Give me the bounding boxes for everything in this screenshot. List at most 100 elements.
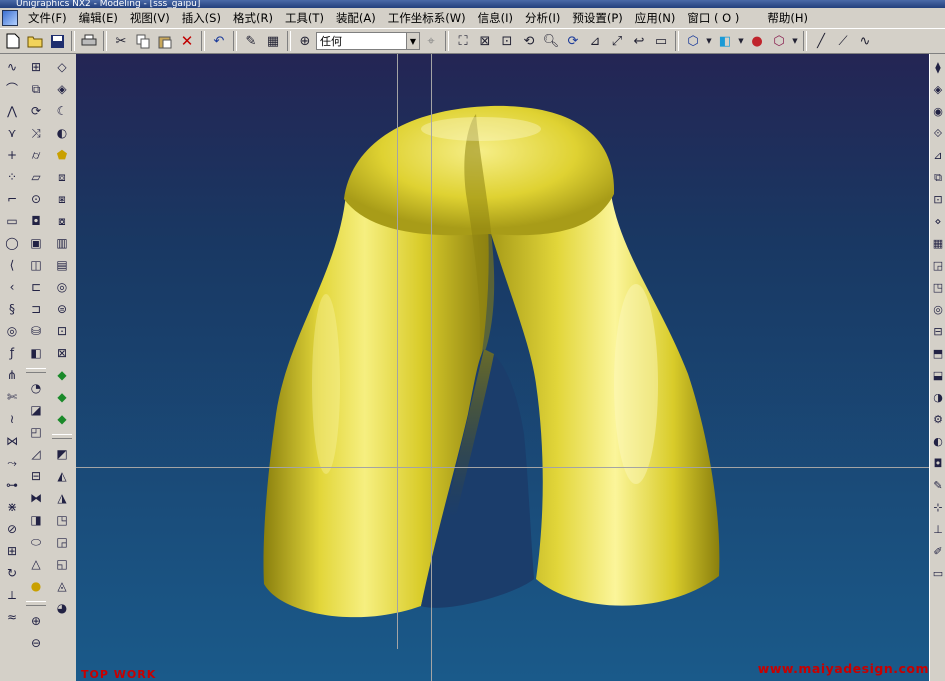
- styled-corner-icon[interactable]: ◳: [53, 511, 71, 529]
- menu-edit[interactable]: 编辑(E): [73, 10, 124, 26]
- groove-icon[interactable]: ⊐: [27, 300, 45, 318]
- fillet-curve-icon[interactable]: ⌐: [3, 190, 21, 208]
- edit-icon[interactable]: ✐: [931, 544, 945, 560]
- n-sided-icon[interactable]: ⬟: [53, 146, 71, 164]
- mirror-icon[interactable]: ⧓: [27, 489, 45, 507]
- display-icon[interactable]: ▭: [651, 31, 671, 51]
- chevron-down-icon[interactable]: ▼: [705, 31, 713, 51]
- green-rotate-icon[interactable]: ◆: [53, 410, 71, 428]
- system-materials-icon[interactable]: ⬒: [931, 346, 945, 362]
- text-curve-icon[interactable]: ƒ: [3, 344, 21, 362]
- spacer-icon[interactable]: ⋄: [931, 214, 945, 230]
- refresh-icon[interactable]: ⟳: [563, 31, 583, 51]
- edge-blend-icon[interactable]: ◔: [27, 379, 45, 397]
- pallets-icon[interactable]: ⬓: [931, 368, 945, 384]
- bounded-plane-icon[interactable]: ◐: [53, 124, 71, 142]
- graphics-viewport[interactable]: TOP WORK www.maiyadesign.com: [76, 54, 929, 681]
- pocket-icon[interactable]: ▣: [27, 234, 45, 252]
- fit-view-icon[interactable]: ⛶: [453, 31, 473, 51]
- color-cube-icon[interactable]: ◧: [715, 31, 735, 51]
- render-ball-icon[interactable]: ●: [747, 31, 767, 51]
- analysis-icon[interactable]: ⟐: [931, 126, 945, 142]
- wireframe-cube-icon[interactable]: ⬡: [769, 31, 789, 51]
- match-edge-icon[interactable]: ◬: [53, 577, 71, 595]
- undo-icon[interactable]: ↶: [209, 31, 229, 51]
- navigator-2-icon[interactable]: ▦: [931, 236, 945, 252]
- magnifier-icon[interactable]: 🔍︎: [541, 31, 561, 51]
- helix-icon[interactable]: §: [3, 300, 21, 318]
- menu-window[interactable]: 窗口 ( O ): [681, 10, 745, 26]
- print-icon[interactable]: [79, 31, 99, 51]
- delete-icon[interactable]: ✕: [177, 31, 197, 51]
- enlarge-icon[interactable]: ⊠: [53, 344, 71, 362]
- sphere-icon[interactable]: ●: [27, 577, 45, 595]
- menu-view[interactable]: 视图(V): [124, 10, 176, 26]
- cube-icon[interactable]: ◨: [27, 511, 45, 529]
- object-properties-icon[interactable]: ▦: [263, 31, 283, 51]
- unite-icon[interactable]: ⊕: [27, 612, 45, 630]
- panel-icon[interactable]: ▭: [931, 566, 945, 582]
- layer-icon[interactable]: ⧉: [931, 170, 945, 186]
- boss-icon[interactable]: ◘: [27, 212, 45, 230]
- sweep-icon[interactable]: ⤨: [27, 124, 45, 142]
- quilt-icon[interactable]: ▤: [53, 256, 71, 274]
- chevron-down-icon[interactable]: ▼: [406, 32, 420, 50]
- bridge-surface-icon[interactable]: ◎: [53, 278, 71, 296]
- menu-insert[interactable]: 插入(S): [176, 10, 227, 26]
- cylinder-stack-icon[interactable]: ⛁: [27, 322, 45, 340]
- soft-blend-icon[interactable]: ◭: [53, 467, 71, 485]
- instance-icon[interactable]: ⊟: [27, 467, 45, 485]
- extrude-icon[interactable]: ⧉: [27, 80, 45, 98]
- reuse-icon[interactable]: ◲: [931, 258, 945, 274]
- menu-wcs[interactable]: 工作坐标系(W): [382, 10, 472, 26]
- rotate-view-icon[interactable]: ⟲: [519, 31, 539, 51]
- spline-icon[interactable]: ∿: [3, 58, 21, 76]
- point-icon[interactable]: +: [3, 146, 21, 164]
- datum-plane-icon[interactable]: ▱: [27, 168, 45, 186]
- history-icon[interactable]: ◉: [931, 104, 945, 120]
- trim-curve-icon[interactable]: ✄: [3, 388, 21, 406]
- bridge-curve-icon[interactable]: ≀: [3, 410, 21, 428]
- history-2-icon[interactable]: ⊟: [931, 324, 945, 340]
- cube-view-icon[interactable]: ⬡: [683, 31, 703, 51]
- cut-icon[interactable]: ✂: [111, 31, 131, 51]
- subtract-icon[interactable]: ⊖: [27, 634, 45, 652]
- change-degree-icon[interactable]: ◕: [53, 599, 71, 617]
- rectangle-icon[interactable]: ▭: [3, 212, 21, 230]
- green-move-icon[interactable]: ◆: [53, 388, 71, 406]
- sketch-icon[interactable]: ⊞: [27, 58, 45, 76]
- resource-bar-icon[interactable]: ⧫: [931, 60, 945, 76]
- offset-curve-icon[interactable]: ‹: [3, 278, 21, 296]
- circle-icon[interactable]: ◯: [3, 234, 21, 252]
- chamfer-icon[interactable]: ⟨: [3, 256, 21, 274]
- offset-surface-icon[interactable]: ⧈: [53, 168, 71, 186]
- styled-blend-icon[interactable]: ◮: [53, 489, 71, 507]
- chamfer-feature-icon[interactable]: ◪: [27, 401, 45, 419]
- global-shaping-icon[interactable]: ⊡: [53, 322, 71, 340]
- pad-icon[interactable]: ◫: [27, 256, 45, 274]
- view-undo-icon[interactable]: ↩: [629, 31, 649, 51]
- revolve-icon[interactable]: ⟳: [27, 102, 45, 120]
- green-edit-icon[interactable]: ◆: [53, 366, 71, 384]
- ruled-surface-icon[interactable]: ◈: [53, 80, 71, 98]
- menu-help[interactable]: 帮助(H): [761, 10, 814, 26]
- palette-icon[interactable]: ◐: [931, 434, 945, 450]
- shell-icon[interactable]: ◰: [27, 423, 45, 441]
- menu-info[interactable]: 信息(I): [472, 10, 519, 26]
- menu-application[interactable]: 应用(N): [629, 10, 682, 26]
- curve-icon[interactable]: ∿: [855, 31, 875, 51]
- tube-icon[interactable]: ⌭: [27, 146, 45, 164]
- line-icon[interactable]: ╱: [811, 31, 831, 51]
- swept-surface-icon[interactable]: ☾: [53, 102, 71, 120]
- web-icon[interactable]: ◎: [931, 302, 945, 318]
- sew-icon[interactable]: ▥: [53, 234, 71, 252]
- x-form-icon[interactable]: ◲: [53, 533, 71, 551]
- dimension-icon[interactable]: ⊿: [931, 148, 945, 164]
- part-navigator-icon[interactable]: ◈: [931, 82, 945, 98]
- pan-view-icon[interactable]: ⊡: [497, 31, 517, 51]
- slot-icon[interactable]: ⊏: [27, 278, 45, 296]
- block-icon[interactable]: ◧: [27, 344, 45, 362]
- visual-icon[interactable]: ◑: [931, 390, 945, 406]
- menu-preferences[interactable]: 预设置(P): [566, 10, 628, 26]
- point-icon[interactable]: ⊹: [931, 500, 945, 516]
